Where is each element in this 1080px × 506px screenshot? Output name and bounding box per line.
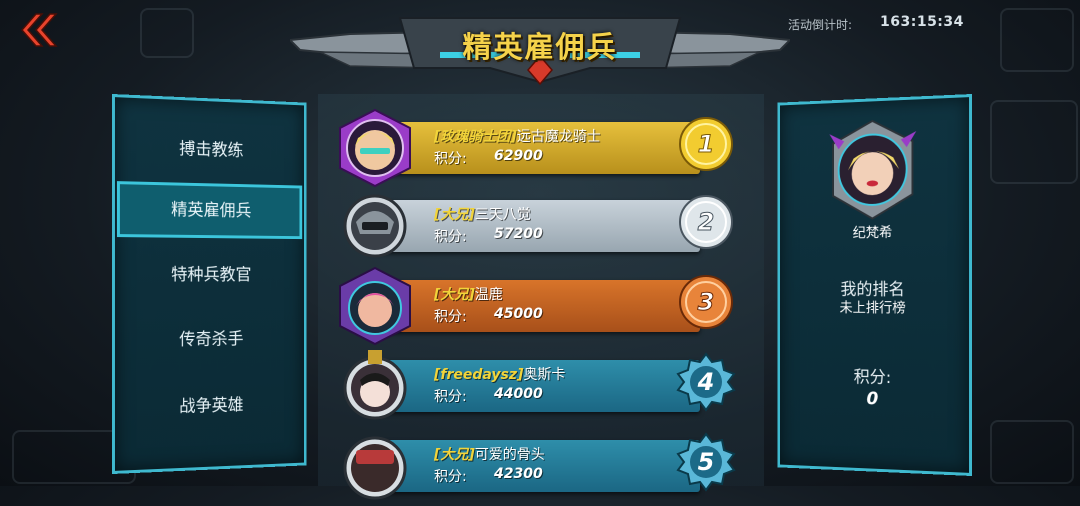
score-label: 积分: [434,309,467,325]
my-rank-panel: 纪梵希 我的排名 未上排行榜 积分: 0 [777,94,972,476]
rank-badge-icon: 5 [676,432,736,492]
sidebar-item-label: 搏击教练 [179,139,244,161]
sidebar-item-label: 精英雇佣兵 [171,200,252,222]
player-name: [大兄]可爱的骨头 [434,444,545,464]
score-label: 积分: [434,151,467,167]
player-avatar-icon [343,436,407,500]
player-name-text: 温鹿 [474,287,503,303]
player-name: [玫瑰骑士团]远古魔龙骑士 [434,126,601,146]
player-name: [大兄]三天八觉 [434,204,531,224]
leaderboard-row[interactable]: [玫瑰骑士团]远古魔龙骑士 积分: 62900 1 [330,108,738,188]
score-value: 62900 [494,148,543,164]
countdown-label: 活动倒计时: [788,18,853,32]
leaderboard-row[interactable]: [大兄]可爱的骨头 积分: 42300 5 [330,426,738,500]
guild-tag: [玫瑰骑士团] [434,129,517,145]
player-name-text: 远古魔龙骑士 [516,129,601,145]
rank-number: 3 [698,288,715,316]
score-value: 57200 [494,226,543,242]
guild-tag: [大兄] [434,207,475,223]
sidebar-item-war-hero[interactable]: 战争英雄 [115,377,304,437]
rank-badge-icon: 4 [676,352,736,412]
player-name-text: 可爱的骨头 [474,447,545,463]
player-avatar-icon [343,350,407,420]
rank-medal-silver-icon: 2 [679,195,733,249]
backdrop-chest-icon [140,8,194,58]
my-score-value: 0 [866,388,879,410]
rank-medal-bronze-icon: 3 [679,275,733,329]
leaderboard-row[interactable]: [大兄]三天八觉 积分: 57200 2 [330,186,738,260]
sidebar-item-label: 战争英雄 [179,395,244,417]
player-name: [freedaysz]奥斯卡 [434,364,565,384]
sidebar-item-legendary-killer[interactable]: 传奇杀手 [115,312,304,369]
score-label: 积分: [434,389,467,405]
sidebar-item-elite-mercenary[interactable]: 精英雇佣兵 [116,181,303,240]
backdrop-event-icon [990,100,1078,184]
guild-tag: [freedaysz] [434,367,524,383]
sidebar-item-special-forces-instructor[interactable]: 特种兵教官 [115,247,304,303]
rank-number: 1 [698,130,715,158]
player-avatar-icon [339,266,411,346]
my-rank-value: 未上排行榜 [839,300,906,317]
page-title: 精英雇佣兵 [462,30,618,64]
score-value: 44000 [494,386,543,402]
rank-number: 4 [697,368,715,396]
backdrop-box-icon [1000,8,1074,72]
player-avatar-icon [339,108,411,188]
guild-tag: [大兄] [434,287,475,303]
player-avatar-icon [343,194,407,258]
my-player-name: 纪梵希 [852,225,893,242]
leaderboard-row[interactable]: [freedaysz]奥斯卡 积分: 44000 4 [330,346,738,420]
sidebar-item-boxing-coach[interactable]: 搏击教练 [115,119,304,180]
my-rank-label: 我的排名 [840,280,905,300]
rank-number: 2 [698,208,715,236]
score-label: 积分: [434,469,467,485]
my-avatar-icon [826,117,920,221]
sidebar-item-label: 传奇杀手 [179,329,244,350]
score-label: 积分: [434,229,467,245]
my-score-label: 积分: [853,367,892,389]
score-value: 45000 [494,306,543,322]
leaderboard-row[interactable]: [大兄]温鹿 积分: 45000 3 [330,266,738,346]
page-header: 精英雇佣兵 [290,10,790,90]
player-name: [大兄]温鹿 [434,284,503,304]
sidebar-item-label: 特种兵教官 [171,265,252,285]
double-chevron-left-icon [21,13,58,47]
backdrop-guild-icon [990,420,1074,484]
player-name-text: 三天八觉 [474,207,531,223]
rank-medal-gold-icon: 1 [679,117,733,171]
countdown-value: 163:15:34 [880,14,964,30]
guild-tag: [大兄] [434,447,475,463]
back-button[interactable] [14,10,60,50]
score-value: 42300 [494,466,543,482]
player-name-text: 奥斯卡 [523,367,566,383]
category-sidebar: 搏击教练 精英雇佣兵 特种兵教官 传奇杀手 战争英雄 [112,94,307,474]
rank-number: 5 [698,448,715,476]
